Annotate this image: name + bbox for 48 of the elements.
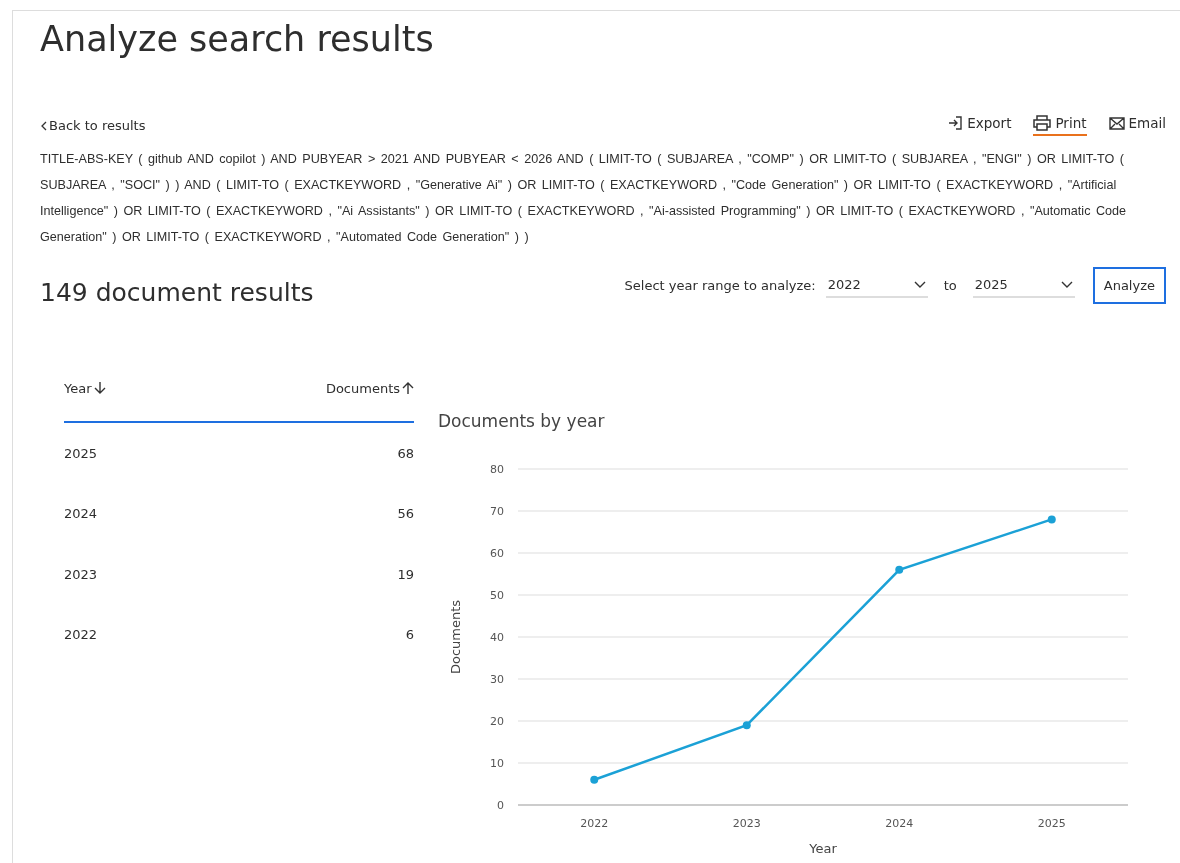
axis-tick-label: 0 [497, 799, 504, 812]
axis-tick-label: 2025 [1037, 817, 1066, 830]
axis-tick-label: 2024 [885, 817, 914, 830]
table-cell: 19 [397, 566, 414, 582]
axis-tick-label: 2022 [580, 817, 609, 830]
axis-title: Year [809, 841, 837, 856]
axis-tick-label: 30 [490, 673, 504, 686]
table-cell: 2024 [64, 506, 98, 522]
column-header[interactable]: Year [64, 381, 92, 396]
data-point [1047, 515, 1056, 524]
search-query: TITLE-ABS-KEY ( github AND copilot ) AND PUBYEAR > 2021 AND PUBYEAR < 2026 AND ( LIMIT-TO ( SUBJAREA , "COMP" ) OR LIMIT-TO ( SUBJAREA , "ENGI" ) OR LIMIT-TO ( SUBJAREA , "SOCI" ) ) AND ( LIMIT-TO ( EXACTKEYWORD , "Generative Ai" ) OR LIMIT-TO ( EXACTKEYWORD , "Code Generation" ) OR LIMIT-TO ( EXACTKEYWORD , "Artificial Intelligence" ) OR LIMIT-TO ( EXACTKEYWORD , "Ai Assistants" ) OR LIMIT-TO ( EXACTKEYWORD , "Ai-assisted Programming" ) OR LIMIT-TO ( EXACTKEYWORD , "Automatic Code Generation" ) OR LIMIT-TO ( EXACTKEYWORD , "Automated Code Generation" ) ) [40, 151, 1128, 246]
data-point [895, 565, 904, 574]
axis-tick-label: 40 [490, 631, 504, 644]
year-range-label: Select year range to analyze: [624, 278, 816, 293]
column-header[interactable]: Documents [325, 381, 400, 396]
range-separator: to [943, 278, 957, 293]
table-cell: 56 [397, 506, 414, 522]
export-icon [948, 116, 964, 130]
axis-tick-label: 20 [490, 715, 504, 728]
data-point [590, 775, 599, 784]
data-point [742, 721, 751, 730]
page-title: Analyze search results [40, 18, 435, 61]
table-cell: 2023 [64, 566, 98, 582]
chevron-down-icon [1060, 280, 1073, 289]
axis-tick-label: 80 [490, 463, 504, 476]
result-count: 149 document results [40, 278, 314, 307]
axis-tick-label: 70 [490, 505, 504, 518]
table-cell: 2025 [64, 445, 98, 461]
to-year-select[interactable]: 2025 [972, 273, 1075, 298]
envelope-icon [1108, 116, 1125, 130]
axis-tick-label: 2023 [732, 817, 761, 830]
axis-title: Documents [448, 599, 463, 675]
axis-tick-label: 60 [490, 547, 504, 560]
table-cell: 68 [397, 445, 414, 461]
chevron-down-icon [913, 280, 926, 289]
axis-tick-label: 10 [490, 757, 504, 770]
export-link[interactable]: Export [948, 115, 1012, 136]
table-cell: 2022 [64, 627, 98, 643]
chevron-left-icon [40, 120, 47, 131]
axis-tick-label: 50 [490, 589, 504, 602]
print-link[interactable]: Print [1033, 115, 1087, 136]
back-link[interactable]: Back to results [40, 118, 146, 133]
chart-title: Documents by year [438, 411, 606, 431]
table-cell: 6 [405, 627, 414, 643]
analyze-button[interactable]: Analyze [1092, 267, 1166, 304]
from-year-select[interactable]: 2022 [825, 273, 928, 298]
printer-icon [1033, 115, 1052, 131]
email-link[interactable]: Email [1108, 115, 1166, 136]
